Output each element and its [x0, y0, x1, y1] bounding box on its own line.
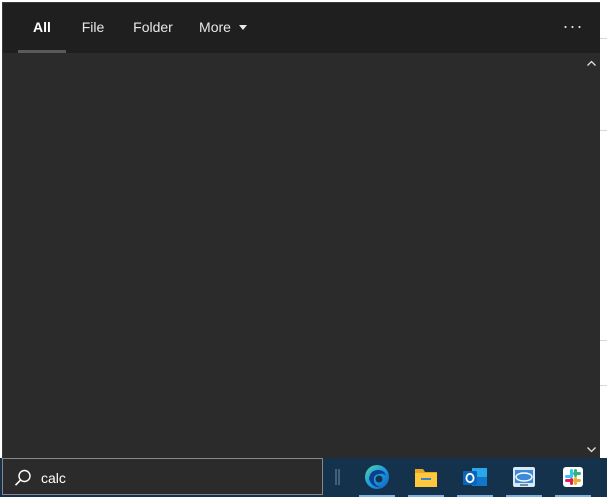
taskbar	[0, 458, 607, 497]
background-divider	[600, 340, 607, 341]
search-icon	[14, 469, 31, 486]
tab-folder-label: Folder	[133, 19, 173, 35]
outlook-icon	[463, 468, 487, 486]
taskbar-app-outlook[interactable]	[455, 458, 495, 497]
tab-more-label: More	[199, 19, 231, 35]
more-options-button[interactable]: ···	[558, 13, 588, 43]
taskbar-app-slack[interactable]	[553, 458, 593, 497]
background-divider	[600, 385, 607, 386]
taskbar-app-file-explorer[interactable]	[406, 458, 446, 497]
task-view-button[interactable]	[334, 468, 342, 486]
search-results-area	[3, 53, 600, 458]
background-divider	[600, 38, 607, 39]
search-flyout: All File Folder More ···	[2, 2, 600, 458]
tab-all-label: All	[33, 19, 51, 35]
chevron-down-icon	[587, 447, 596, 453]
search-input[interactable]	[41, 467, 311, 489]
taskbar-search-box[interactable]	[2, 458, 323, 495]
background-divider	[600, 130, 607, 131]
edge-icon	[365, 465, 389, 489]
taskbar-app-remote-desktop[interactable]	[504, 458, 544, 497]
slack-icon	[563, 467, 583, 487]
tab-all[interactable]: All	[18, 3, 66, 53]
taskbar-app-edge[interactable]	[357, 458, 397, 497]
search-scope-tabs: All File Folder More ···	[3, 3, 600, 53]
remote-desktop-icon	[513, 467, 535, 487]
folder-icon	[415, 469, 437, 487]
caret-down-icon	[238, 24, 247, 30]
tab-more-dropdown[interactable]: More	[193, 3, 253, 53]
tab-file[interactable]: File	[73, 3, 113, 53]
scroll-up-button[interactable]	[583, 55, 600, 72]
background-window	[600, 0, 607, 458]
scroll-down-button[interactable]	[583, 441, 600, 458]
screen: All File Folder More ···	[0, 0, 607, 497]
chevron-up-icon	[587, 60, 596, 66]
results-scrollbar[interactable]	[583, 55, 600, 458]
task-view-icon	[335, 469, 340, 485]
tab-folder[interactable]: Folder	[125, 3, 181, 53]
tab-file-label: File	[81, 19, 105, 35]
